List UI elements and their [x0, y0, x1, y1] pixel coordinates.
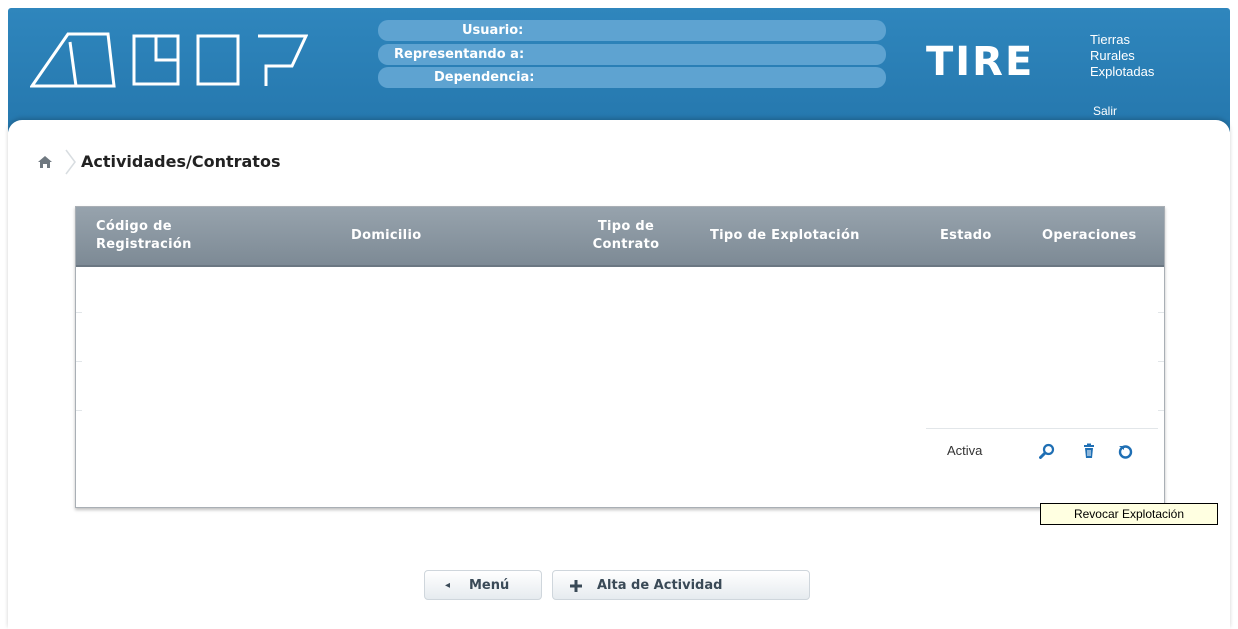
estado-cell: Activa — [947, 443, 983, 458]
home-icon[interactable] — [37, 155, 53, 169]
app-acronym: TIRE — [926, 39, 1035, 85]
column-header-codigo[interactable]: Código de Registración — [96, 218, 236, 254]
row-divider — [1158, 312, 1164, 313]
menu-button-label: Menú — [469, 578, 510, 593]
delete-icon[interactable] — [1081, 443, 1097, 459]
row-divider — [76, 361, 82, 362]
page-title: Actividades/Contratos — [81, 152, 281, 171]
activities-table: Código de Registración Domicilio Tipo de… — [75, 206, 1165, 508]
column-header-tipo-contrato[interactable]: Tipo de Contrato — [576, 218, 676, 254]
app-name-line-3: Explotadas — [1090, 64, 1155, 79]
column-header-tipo-explotacion[interactable]: Tipo de Explotación — [710, 227, 860, 245]
app-branding: TIRE Tierras Rurales Explotadas — [926, 28, 1226, 128]
add-activity-button-label: Alta de Actividad — [597, 578, 723, 593]
row-divider — [1158, 410, 1164, 411]
revoke-icon[interactable] — [1117, 443, 1133, 459]
column-header-domicilio[interactable]: Domicilio — [351, 227, 421, 245]
chevron-left-icon: ◂ — [445, 580, 451, 591]
logout-link[interactable]: Salir — [1093, 104, 1117, 118]
app-name: Tierras Rurales Explotadas — [1090, 32, 1154, 80]
column-header-estado[interactable]: Estado — [940, 227, 992, 245]
representando-field: Representando a: — [378, 43, 886, 65]
usuario-label: Usuario: — [462, 23, 524, 38]
representando-label: Representando a: — [394, 46, 525, 62]
user-info-panel: Usuario: Representando a: Dependencia: — [378, 20, 886, 91]
add-activity-button[interactable]: Alta de Actividad — [552, 570, 810, 600]
breadcrumb-separator-icon — [65, 149, 76, 175]
table-row: Activa — [927, 429, 1163, 474]
content-panel: Actividades/Contratos Código de Registra… — [8, 120, 1230, 629]
revoke-tooltip: Revocar Explotación — [1040, 503, 1218, 525]
menu-button[interactable]: ◂ Menú — [424, 570, 542, 600]
usuario-field: Usuario: — [378, 20, 886, 41]
plus-icon — [570, 580, 582, 592]
app-name-line-1: Tierras — [1090, 32, 1130, 47]
table-header: Código de Registración Domicilio Tipo de… — [76, 207, 1164, 267]
afip-logo — [30, 32, 308, 88]
row-divider — [76, 312, 82, 313]
app-name-line-2: Rurales — [1090, 48, 1135, 63]
column-header-operaciones[interactable]: Operaciones — [1042, 227, 1137, 245]
row-divider — [1158, 361, 1164, 362]
dependencia-field: Dependencia: — [378, 67, 886, 88]
view-icon[interactable] — [1039, 443, 1055, 459]
app-header: Usuario: Representando a: Dependencia: T… — [8, 8, 1230, 132]
row-divider — [76, 410, 82, 411]
dependencia-label: Dependencia: — [434, 70, 535, 85]
